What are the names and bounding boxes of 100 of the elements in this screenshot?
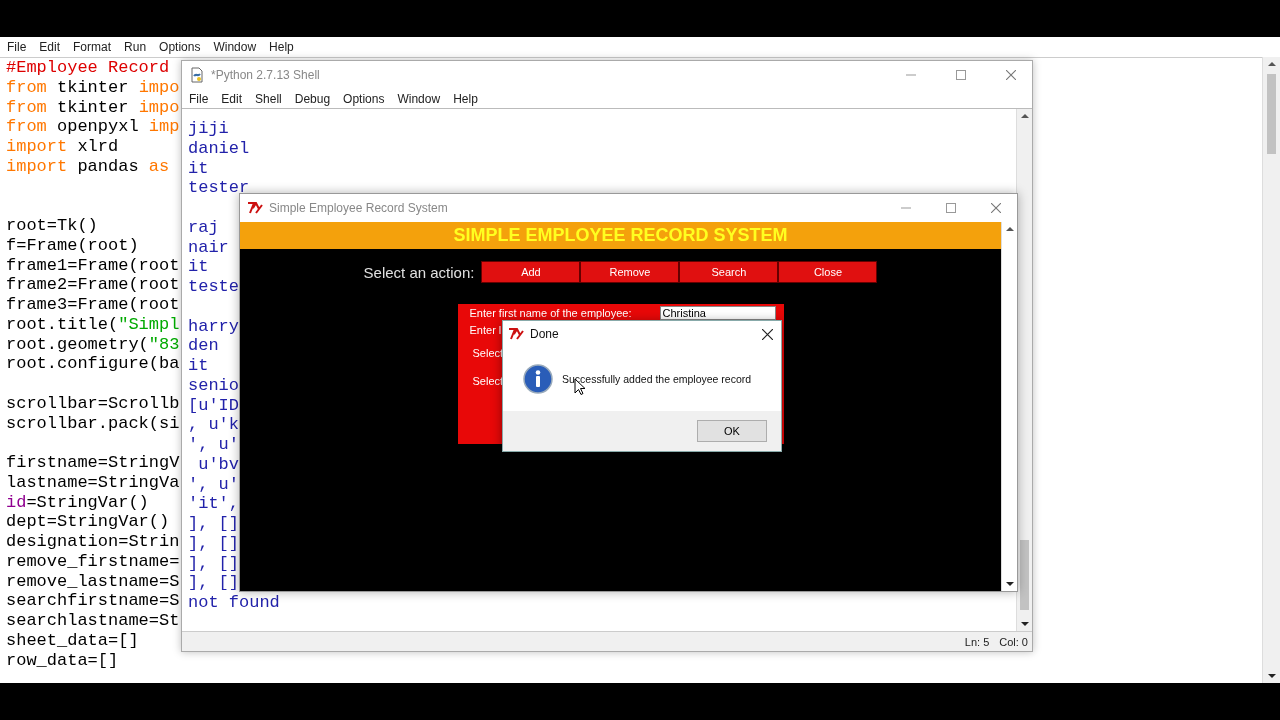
menu-item[interactable]: Run (124, 40, 147, 54)
menu-item[interactable]: Help (453, 92, 478, 105)
menu-item[interactable]: Options (343, 92, 385, 105)
scroll-thumb[interactable] (1020, 540, 1029, 610)
feather-icon (247, 202, 263, 214)
output-line: ], [] (188, 514, 239, 534)
code-line: scrollbar=Scrollb (6, 393, 180, 414)
code-line: searchlastname=St (6, 611, 180, 631)
output-line: nair (188, 237, 229, 258)
output-line: ', u' (188, 435, 239, 455)
code-line: firstname=StringV (6, 453, 180, 473)
field-label: Select (472, 375, 504, 387)
action-button[interactable]: Close (778, 261, 878, 283)
output-line: tester (188, 178, 250, 198)
menu-item[interactable]: Debug (294, 92, 331, 105)
code-line: scrollbar.pack(si (6, 413, 180, 434)
scroll-up-icon[interactable] (1004, 225, 1015, 233)
maximize-icon[interactable] (956, 70, 966, 80)
code-line: remove_lastname=S (6, 571, 180, 592)
code-line: from tkinter impo (6, 77, 180, 98)
code-line: dept=StringVar() (6, 512, 170, 532)
menu-item[interactable]: Edit (39, 40, 61, 54)
code-line: f=Frame(root) (6, 235, 139, 256)
input-field[interactable]: Christina (659, 306, 776, 320)
action-button[interactable]: Remove (580, 261, 680, 283)
output-line: senio (188, 375, 239, 396)
output-line: ], [] (188, 553, 239, 574)
action-label: Select an action: (363, 263, 475, 281)
code-line: frame2=Frame(root (6, 275, 180, 295)
output-line: , u'k (188, 415, 239, 435)
scroll-thumb[interactable] (1267, 74, 1276, 154)
scroll-up-icon[interactable] (1266, 60, 1277, 68)
scroll-down-icon[interactable] (1019, 620, 1030, 628)
output-line: [u'ID (188, 395, 239, 416)
maximize-icon[interactable] (946, 203, 956, 213)
scroll-up-icon[interactable] (1019, 112, 1030, 120)
menu-item[interactable]: Shell (255, 92, 282, 105)
menu-item[interactable]: Edit (221, 92, 243, 105)
output-line: ', u' (188, 474, 239, 495)
code-line: remove_firstname= (6, 551, 180, 572)
code-line: row_data=[] (6, 650, 119, 671)
scrollbar[interactable] (1016, 109, 1032, 631)
output-line: jiji (188, 119, 229, 139)
code-line: from openpyxl imp (6, 117, 180, 137)
output-line: 'it', (188, 494, 239, 514)
menu-item[interactable]: File (7, 40, 27, 54)
output-line: it (188, 257, 209, 277)
line-number: Ln: 5 (964, 635, 990, 648)
output-line: teste (188, 277, 239, 297)
menu-item[interactable]: Options (159, 40, 201, 54)
field-label: Enter first name of the employee: (469, 307, 632, 319)
scrollbar[interactable] (1001, 222, 1017, 591)
code-line: #Employee Record (6, 58, 170, 78)
code-line: frame1=Frame(root (6, 255, 180, 276)
output-line: not found (188, 593, 280, 613)
field-label: Select (472, 347, 504, 359)
action-button[interactable]: Search (679, 261, 779, 283)
code-line: id=StringVar() (6, 492, 149, 513)
action-button[interactable]: Add (481, 261, 581, 283)
output-line: u'bv (197, 454, 239, 475)
code-line: searchfirstname=S (6, 591, 180, 611)
menu-item[interactable]: File (189, 92, 209, 105)
output-line: it (188, 356, 209, 376)
code-line: import pandas as (6, 156, 170, 177)
header-banner: SIMPLE EMPLOYEE RECORD SYSTEM (240, 222, 1001, 249)
code-line: root.configure(ba (6, 354, 180, 374)
window-title: *Python 2.7.13 Shell (211, 68, 321, 82)
feather-icon (508, 328, 524, 340)
menu-item[interactable]: Window (397, 92, 441, 105)
window-title: Simple Employee Record System (269, 201, 449, 215)
code-line: import xlrd (6, 137, 119, 157)
code-line: lastname=StringVa (6, 472, 180, 493)
output-line: daniel (188, 138, 250, 159)
output-line: harry (188, 316, 239, 337)
dialog-title: Done (530, 327, 560, 341)
scroll-down-icon[interactable] (1266, 672, 1277, 680)
close-icon[interactable] (762, 328, 773, 340)
code-line: from tkinter impo (6, 97, 180, 118)
column-number: Col: 0 (999, 635, 1028, 648)
code-line: root=Tk() (6, 216, 98, 236)
dialog-message: Successfully added the employee record (562, 373, 752, 385)
document-icon (189, 67, 205, 83)
info-icon (523, 364, 553, 394)
output-line: raj (188, 217, 219, 238)
scrollbar[interactable] (1262, 57, 1280, 683)
menu-item[interactable]: Window (213, 40, 257, 54)
scroll-down-icon[interactable] (1004, 580, 1015, 588)
output-line: ], [] (188, 533, 239, 554)
code-line: designation=Strin (6, 532, 180, 552)
code-line: frame3=Frame(root (6, 295, 180, 315)
output-line: ], [] (188, 573, 239, 593)
code-line: sheet_data=[] (6, 630, 139, 651)
output-line: it (188, 158, 209, 179)
code-line: root.title("Simpl (6, 314, 180, 335)
field-label: Enter l (469, 324, 502, 336)
menu-item[interactable]: Help (269, 40, 294, 54)
output-line: den (188, 336, 219, 356)
menu-item[interactable]: Format (73, 40, 112, 54)
ok-button[interactable]: OK (697, 420, 767, 442)
code-line: root.geometry("83 (6, 334, 180, 355)
